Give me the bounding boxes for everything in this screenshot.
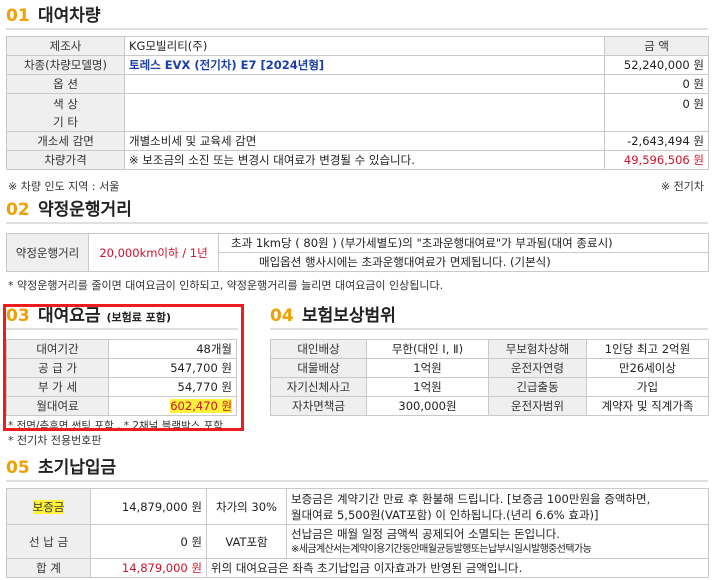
car-price-amount: 49,596,506 원 xyxy=(604,150,709,170)
deposit-label: 보증금 xyxy=(32,499,65,514)
total-value: 14,879,000 원 xyxy=(90,558,207,578)
ins-value: 만26세이상 xyxy=(586,358,709,378)
section-vehicle-header: 01 대여차량 xyxy=(6,4,708,30)
delivery-region-note: ※ 차량 인도 지역 : 서울 xyxy=(8,180,120,193)
deposit-label-cell: 보증금 xyxy=(6,488,91,525)
ins-value: 1억원 xyxy=(366,377,489,397)
ins-label: 자기신체사고 xyxy=(270,377,367,397)
section-number: 01 xyxy=(6,6,30,26)
ins-label: 대인배상 xyxy=(270,339,367,359)
section-insurance-header: 04 보험보상범위 xyxy=(270,304,708,330)
car-price-note: ※ 보조금의 소진 또는 변경시 대여료가 변경될 수 있습니다. xyxy=(124,150,605,170)
table-row: 자기신체사고 1억원 긴급출동 가입 xyxy=(270,377,709,397)
mileage-label: 약정운행거리 xyxy=(6,233,89,272)
maker-label: 제조사 xyxy=(6,36,125,56)
option-value xyxy=(124,74,605,94)
deposit-desc: 보증금은 계약기간 만료 후 환불해 드립니다. [보증금 100만원을 증액하… xyxy=(286,488,709,525)
option-amount: 0 원 xyxy=(604,74,709,94)
ins-label: 무보험차상해 xyxy=(488,339,587,359)
table-row: 선 납 금 0 원 VAT포함 선납금은 매월 일정 금액씩 공제되어 소멸되는… xyxy=(6,524,709,559)
ins-value: 무한(대인 Ⅰ, Ⅱ) xyxy=(366,339,489,359)
maker-value: KG모빌리티(주) xyxy=(124,36,605,56)
mileage-table: 약정운행거리 20,000km이하 / 1년 초과 1km당 ( 80원 ) (… xyxy=(6,233,709,272)
ins-value: 가입 xyxy=(586,377,709,397)
section-title: 초기납입금 xyxy=(38,458,117,478)
prepay-desc-line1: 선납금은 매월 일정 금액씩 공제되어 소멸되는 돈입니다. xyxy=(291,526,560,541)
rent-note-2: * 전기차 전용번호판 xyxy=(8,434,102,447)
deposit-pct: 차가의 30% xyxy=(206,488,287,525)
prepay-pct: VAT포함 xyxy=(206,524,287,559)
ins-value: 1억원 xyxy=(366,358,489,378)
ins-value: 1인당 최고 2억원 xyxy=(586,339,709,359)
total-label: 합 계 xyxy=(6,558,91,578)
prepay-label: 선 납 금 xyxy=(6,524,91,559)
tax-cut-value: 개별소비세 및 교육세 감면 xyxy=(124,131,605,151)
mileage-value: 20,000km이하 / 1년 xyxy=(88,233,219,272)
ins-value: 300,000원 xyxy=(366,396,489,416)
deposit-value: 14,879,000 원 xyxy=(90,488,207,525)
table-row: 제조사 KG모빌리티(주) 금 액 xyxy=(6,36,709,56)
table-row: 자차면책금 300,000원 운전자범위 계약자 및 직계가족 xyxy=(270,396,709,416)
model-value: 토레스 EVX (전기차) E7 [2024년형] xyxy=(124,55,605,75)
table-row: 보증금 14,879,000 원 차가의 30% 보증금은 계약기간 만료 후 … xyxy=(6,488,709,525)
initial-payment-table: 보증금 14,879,000 원 차가의 30% 보증금은 계약기간 만료 후 … xyxy=(6,488,709,578)
ins-label: 대물배상 xyxy=(270,358,367,378)
section-number: 04 xyxy=(270,306,294,326)
amount-header: 금 액 xyxy=(604,36,709,56)
section-title: 대여차량 xyxy=(38,6,101,26)
color-etc-label: 색 상 기 타 xyxy=(6,93,125,132)
ins-value: 계약자 및 직계가족 xyxy=(586,396,709,416)
insurance-table: 대인배상 무한(대인 Ⅰ, Ⅱ) 무보험차상해 1인당 최고 2억원 대물배상 … xyxy=(270,339,709,416)
table-row: 차종(차량모델명) 토레스 EVX (전기차) E7 [2024년형] 52,2… xyxy=(6,55,709,75)
table-row: 색 상 기 타 0 원 xyxy=(6,93,709,132)
ins-label: 자차면책금 xyxy=(270,396,367,416)
section-title: 약정운행거리 xyxy=(38,200,132,220)
prepay-value: 0 원 xyxy=(90,524,207,559)
table-row: 개소세 감면 개별소비세 및 교육세 감면 -2,643,494 원 xyxy=(6,131,709,151)
table-row: 차량가격 ※ 보조금의 소진 또는 변경시 대여료가 변경될 수 있습니다. 4… xyxy=(6,150,709,170)
section-initial-payment-header: 05 초기납입금 xyxy=(6,456,708,482)
option-label: 옵 션 xyxy=(6,74,125,94)
vehicle-table: 제조사 KG모빌리티(주) 금 액 차종(차량모델명) 토레스 EVX (전기차… xyxy=(6,36,709,170)
table-row: 합 계 14,879,000 원 위의 대여요금은 좌측 초기납입금 이자효과가… xyxy=(6,558,709,578)
ev-note: ※ 전기차 xyxy=(660,180,704,193)
ins-label: 운전자범위 xyxy=(488,396,587,416)
table-row: 대물배상 1억원 운전자연령 만26세이상 xyxy=(270,358,709,378)
total-desc: 위의 대여요금은 좌측 초기납입금 이자효과가 반영된 금액입니다. xyxy=(206,558,709,578)
deposit-desc-line1: 보증금은 계약기간 만료 후 환불해 드립니다. [보증금 100만원을 증액하… xyxy=(291,491,651,506)
ins-label: 긴급출동 xyxy=(488,377,587,397)
mileage-detail-line2: 매입옵션 행사시에는 초과운행대여료가 면제됩니다. (기본식) xyxy=(218,252,709,272)
mileage-detail-line1: 초과 1km당 ( 80원 ) (부가세별도)의 "초과운행대여료"가 부과됨(… xyxy=(218,233,709,253)
tax-cut-amount: -2,643,494 원 xyxy=(604,131,709,151)
ins-label: 운전자연령 xyxy=(488,358,587,378)
model-label: 차종(차량모델명) xyxy=(6,55,125,75)
tax-cut-label: 개소세 감면 xyxy=(6,131,125,151)
table-row: 옵 션 0 원 xyxy=(6,74,709,94)
section-title: 보험보상범위 xyxy=(302,306,396,326)
section-number: 05 xyxy=(6,458,30,478)
prepay-desc-line2: ※세금계산서는계약이용기간동안매월균등발행또는납부시일시발행중선택가능 xyxy=(291,543,592,555)
section-mileage-header: 02 약정운행거리 xyxy=(6,198,708,224)
mileage-note: * 약정운행거리를 줄이면 대여요금이 인하되고, 약정운행거리를 늘리면 대여… xyxy=(8,279,444,292)
model-amount: 52,240,000 원 xyxy=(604,55,709,75)
table-row: 대인배상 무한(대인 Ⅰ, Ⅱ) 무보험차상해 1인당 최고 2억원 xyxy=(270,339,709,359)
deposit-desc-line2: 월대여료 5,500원(VAT포함) 이 인하됩니다.(년리 6.6% 효과)] xyxy=(291,507,599,522)
rent-highlight-box xyxy=(3,304,244,431)
prepay-desc: 선납금은 매월 일정 금액씩 공제되어 소멸되는 돈입니다. ※세금계산서는계약… xyxy=(286,524,709,559)
section-number: 02 xyxy=(6,200,30,220)
color-etc-amount: 0 원 xyxy=(604,93,709,132)
car-price-label: 차량가격 xyxy=(6,150,125,170)
color-etc-value xyxy=(124,93,605,132)
